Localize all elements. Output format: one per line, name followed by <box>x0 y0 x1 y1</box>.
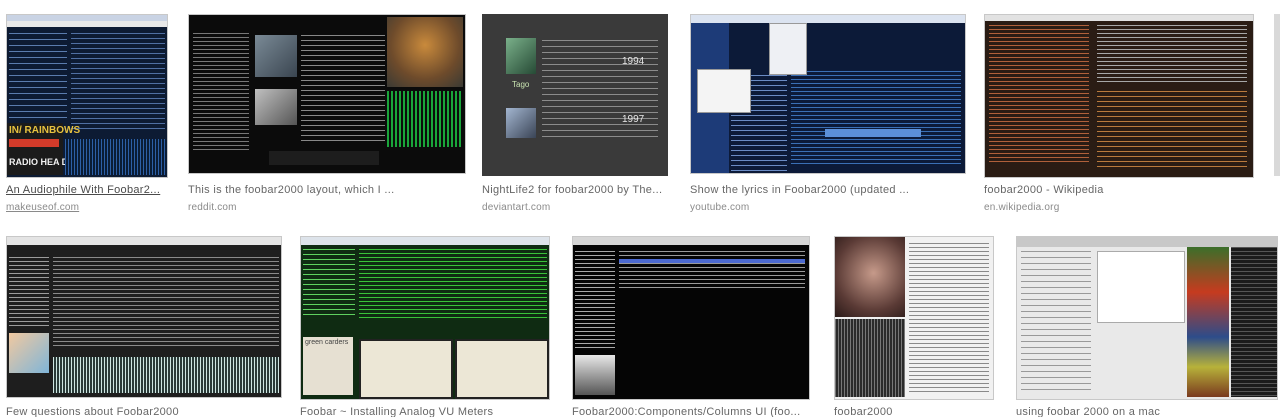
result-thumbnail[interactable] <box>984 14 1254 178</box>
result-tile-2[interactable]: This is the foobar2000 layout, which I .… <box>188 14 466 214</box>
result-thumbnail[interactable] <box>6 236 282 398</box>
album-cover-text: RADIO HEA D <box>9 157 69 167</box>
result-thumbnail[interactable] <box>572 236 810 400</box>
result-tile-8[interactable]: Foobar2000:Components/Columns UI (foo... <box>572 236 810 417</box>
result-tile-6[interactable]: Few questions about Foobar2000 <box>6 236 282 417</box>
result-thumbnail[interactable]: IN/ RAINBOWS RADIO HEA D <box>6 14 168 178</box>
result-source[interactable]: deviantart.com <box>482 202 550 213</box>
year-label: 1997 <box>622 114 645 125</box>
result-title[interactable]: foobar2000 - Wikipedia <box>984 184 1254 196</box>
result-title[interactable]: Foobar2000:Components/Columns UI (foo... <box>572 406 810 417</box>
result-source[interactable]: en.wikipedia.org <box>984 202 1059 213</box>
next-result-edge[interactable] <box>1274 14 1280 176</box>
result-tile-4[interactable]: Show the lyrics in Foobar2000 (updated .… <box>690 14 966 214</box>
result-source[interactable]: youtube.com <box>690 202 749 213</box>
result-title[interactable]: Few questions about Foobar2000 <box>6 406 282 417</box>
result-tile-3[interactable]: 1994 1997 Tago NightLife2 for foobar2000… <box>482 14 670 214</box>
year-label: 1994 <box>622 56 645 67</box>
album-cover-text: IN/ RAINBOWS <box>9 125 81 136</box>
result-thumbnail[interactable]: 1994 1997 Tago <box>482 14 668 176</box>
album-cover-text: green carders <box>305 339 349 346</box>
result-title[interactable]: NightLife2 for foobar2000 by The... <box>482 184 670 196</box>
result-thumbnail[interactable] <box>690 14 966 174</box>
result-title[interactable]: foobar2000 <box>834 406 994 417</box>
result-title[interactable]: Show the lyrics in Foobar2000 (updated .… <box>690 184 966 196</box>
result-thumbnail[interactable] <box>188 14 466 174</box>
result-thumbnail[interactable] <box>1016 236 1278 400</box>
result-tile-1[interactable]: IN/ RAINBOWS RADIO HEA D An Audiophile W… <box>6 14 168 214</box>
result-title[interactable]: This is the foobar2000 layout, which I .… <box>188 184 466 196</box>
result-title[interactable]: using foobar 2000 on a mac <box>1016 406 1278 417</box>
result-title[interactable]: An Audiophile With Foobar2... <box>6 184 168 196</box>
result-tile-10[interactable]: using foobar 2000 on a mac <box>1016 236 1278 417</box>
result-title[interactable]: Foobar ~ Installing Analog VU Meters <box>300 406 550 417</box>
result-thumbnail[interactable]: green carders <box>300 236 550 400</box>
album-title: Tago <box>512 80 530 89</box>
result-source[interactable]: reddit.com <box>188 202 237 213</box>
result-tile-9[interactable]: foobar2000 <box>834 236 994 417</box>
result-thumbnail[interactable] <box>834 236 994 400</box>
result-tile-5[interactable]: foobar2000 - Wikipedia en.wikipedia.org <box>984 14 1254 214</box>
result-source[interactable]: makeuseof.com <box>6 202 79 213</box>
result-tile-7[interactable]: green carders Foobar ~ Installing Analog… <box>300 236 550 417</box>
